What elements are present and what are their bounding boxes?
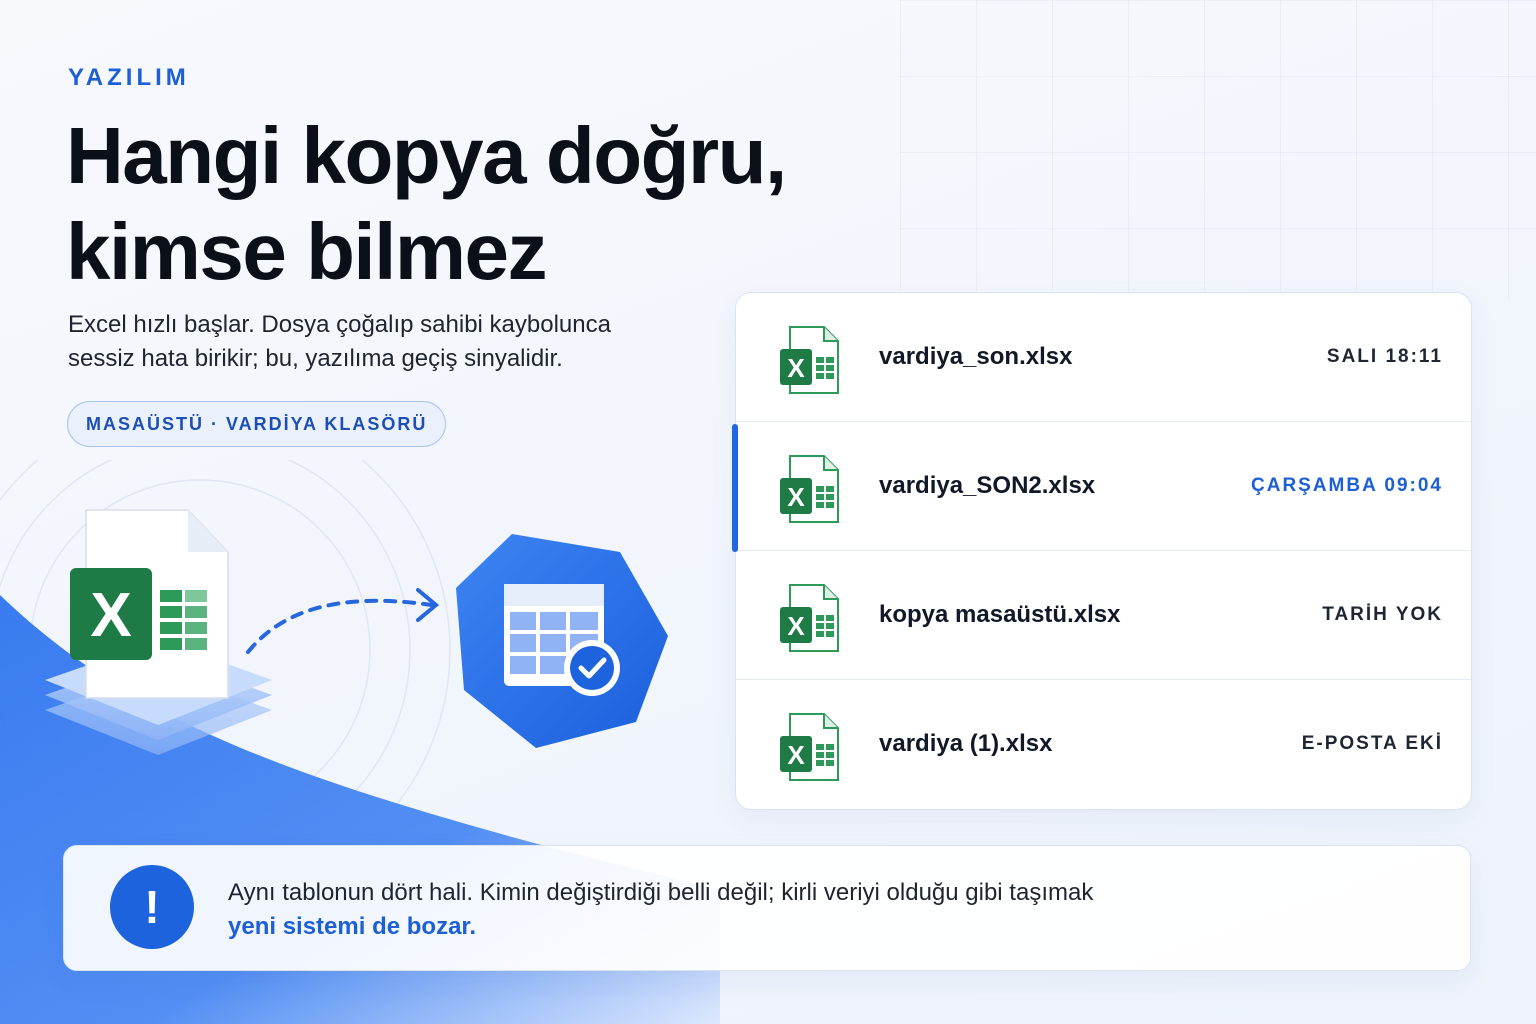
svg-text:X: X [90, 581, 131, 650]
svg-text:X: X [787, 740, 805, 770]
file-meta: ÇARŞAMBA 09:04 [1251, 475, 1443, 496]
warning-emphasis: yeni sistemi de bozar. [228, 913, 477, 940]
svg-text:X: X [787, 353, 805, 383]
file-row-selected[interactable]: X vardiya_SON2.xlsx ÇARŞAMBA 09:04 [736, 422, 1471, 551]
warning-message: Aynı tablonun dört hali. Kimin değiştird… [228, 879, 1094, 906]
subtitle-line-2: sessiz hata birikir; bu, yazılıma geçiş … [68, 345, 563, 372]
file-name: kopya masaüstü.xlsx [879, 601, 1121, 628]
file-row[interactable]: X vardiya (1).xlsx E-POSTA EKİ [736, 680, 1471, 808]
page-title: Hangi kopya doğru, kimse bilmez [66, 108, 886, 300]
subtitle-line-1: Excel hızlı başlar. Dosya çoğalıp sahibi… [68, 311, 611, 338]
warning-text: Aynı tablonun dört hali. Kimin değiştird… [228, 876, 1428, 944]
title-line-2: kimse bilmez [66, 207, 548, 296]
excel-stack-icon: X [45, 509, 272, 755]
warning-banner: ! Aynı tablonun dört hali. Kimin değişti… [63, 845, 1471, 971]
title-line-1: Hangi kopya doğru, [66, 111, 787, 200]
file-row[interactable]: X vardiya_son.xlsx SALI 18:11 [736, 293, 1471, 422]
svg-text:X: X [787, 611, 805, 641]
file-name: vardiya_son.xlsx [879, 343, 1073, 370]
subtitle: Excel hızlı başlar. Dosya çoğalıp sahibi… [68, 308, 688, 376]
background-grid [900, 0, 1536, 300]
file-meta: E-POSTA EKİ [1301, 733, 1443, 754]
verified-table-icon [456, 534, 668, 748]
excel-file-icon: X [780, 455, 839, 523]
exclamation-icon: ! [110, 865, 194, 949]
file-row[interactable]: X kopya masaüstü.xlsx TARİH YOK [736, 551, 1471, 680]
excel-file-icon: X [780, 326, 839, 394]
file-meta: TARİH YOK [1322, 604, 1443, 625]
file-list: X vardiya_son.xlsx SALI 18:11 X vardiya_… [735, 292, 1472, 810]
folder-badge: MASAÜSTÜ · VARDİYA KLASÖRÜ [67, 401, 447, 447]
excel-file-icon: X [780, 584, 839, 652]
excel-file-icon: X [780, 713, 839, 781]
eyebrow-label: YAZILIM [68, 64, 190, 91]
file-meta: SALI 18:11 [1326, 346, 1443, 367]
svg-text:X: X [787, 482, 805, 512]
selection-indicator [732, 424, 738, 552]
file-name: vardiya (1).xlsx [879, 730, 1053, 757]
file-name: vardiya_SON2.xlsx [879, 472, 1096, 499]
